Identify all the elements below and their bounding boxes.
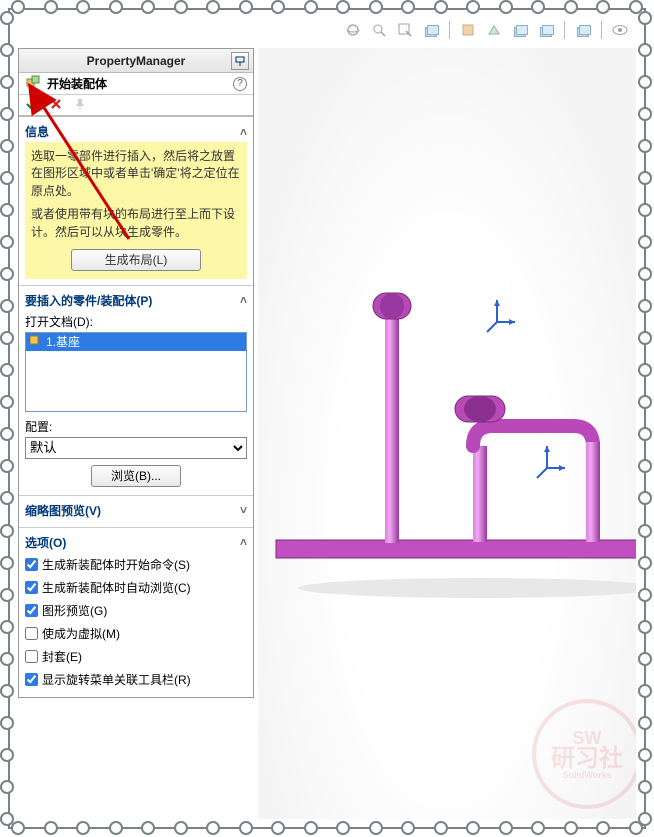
option-label: 封套(E)	[42, 648, 82, 665]
config-label: 配置:	[25, 418, 247, 435]
chevron-up-icon: ˄	[240, 535, 247, 549]
section-view-icon[interactable]	[421, 20, 441, 40]
option-label: 生成新装配体时开始命令(S)	[42, 556, 190, 573]
option-row[interactable]: 显示旋转菜单关联工具栏(R)	[25, 668, 247, 691]
orbit-icon[interactable]	[343, 20, 363, 40]
section-insert-head[interactable]: 要插入的零件/装配体(P) ˄	[25, 290, 247, 311]
pushpin-icon[interactable]	[73, 97, 87, 114]
option-row[interactable]: 使成为虚拟(M)	[25, 622, 247, 645]
graphics-viewport[interactable]: SW 研习社 SolidWorks	[258, 48, 636, 819]
option-label: 图形预览(G)	[42, 602, 107, 619]
option-row[interactable]: 生成新装配体时自动浏览(C)	[25, 576, 247, 599]
part-icon	[28, 333, 42, 350]
option-checkbox[interactable]	[25, 604, 38, 617]
chevron-up-icon: ˄	[240, 293, 247, 307]
open-doc-label: 打开文档(D):	[25, 313, 247, 330]
option-checkbox[interactable]	[25, 558, 38, 571]
zoom-fit-icon[interactable]	[369, 20, 389, 40]
info-msg2: 或者使用带有块的布局进行至上而下设计。然后可以从块生成零件。	[31, 206, 241, 241]
help-icon[interactable]: ?	[233, 77, 247, 91]
open-doc-list[interactable]: 1.基座	[25, 332, 247, 412]
section-thumb-head[interactable]: 缩略图预览(V) ˅	[25, 500, 247, 521]
hide-show-icon[interactable]	[610, 20, 630, 40]
section-options-head[interactable]: 选项(O) ˄	[25, 532, 247, 553]
panel-title: PropertyManager	[87, 54, 186, 68]
option-row[interactable]: 生成新装配体时开始命令(S)	[25, 553, 247, 576]
chevron-down-icon: ˅	[240, 503, 247, 517]
option-label: 使成为虚拟(M)	[42, 625, 120, 642]
watermark: SW 研习社 SolidWorks	[532, 699, 636, 809]
section-options-label: 选项(O)	[25, 534, 66, 551]
option-checkbox[interactable]	[25, 650, 38, 663]
render-icon[interactable]	[536, 20, 556, 40]
section-thumb: 缩略图预览(V) ˅	[19, 496, 253, 528]
chevron-up-icon: ˄	[240, 125, 247, 139]
view-cube-icon[interactable]	[573, 20, 593, 40]
list-item[interactable]: 1.基座	[26, 333, 246, 351]
property-manager-panel: PropertyManager 开始装配体 ?	[18, 48, 254, 698]
section-insert-label: 要插入的零件/装配体(P)	[25, 292, 152, 309]
option-row[interactable]: 图形预览(G)	[25, 599, 247, 622]
list-item-label: 1.基座	[46, 333, 80, 350]
zoom-area-icon[interactable]	[395, 20, 415, 40]
command-title: 开始装配体	[47, 75, 107, 92]
command-header: 开始装配体 ?	[19, 73, 253, 95]
ok-icon[interactable]	[25, 97, 39, 114]
pin-icon[interactable]	[231, 52, 249, 70]
appearance-icon[interactable]	[510, 20, 530, 40]
option-checkbox[interactable]	[25, 581, 38, 594]
scene-icon[interactable]	[484, 20, 504, 40]
section-info: 信息 ˄ 选取一零部件进行插入，然后将之放置在图形区域中或者单击'确定'将之定位…	[19, 117, 253, 286]
assembly-icon	[25, 74, 41, 93]
cancel-icon[interactable]	[49, 97, 63, 114]
option-label: 生成新装配体时自动浏览(C)	[42, 579, 191, 596]
section-insert: 要插入的零件/装配体(P) ˄ 打开文档(D): 1.基座 配置: 默认 浏览(…	[19, 286, 253, 496]
config-select[interactable]: 默认	[25, 437, 247, 459]
option-row[interactable]: 封套(E)	[25, 645, 247, 668]
layout-button[interactable]: 生成布局(L)	[71, 249, 201, 271]
option-checkbox[interactable]	[25, 627, 38, 640]
section-info-head[interactable]: 信息 ˄	[25, 121, 247, 142]
section-options: 选项(O) ˄ 生成新装配体时开始命令(S) 生成新装配体时自动浏览(C) 图形预览…	[19, 528, 253, 697]
panel-titlebar: PropertyManager	[19, 49, 253, 73]
info-msg1: 选取一零部件进行插入，然后将之放置在图形区域中或者单击'确定'将之定位在原点处。	[31, 148, 241, 200]
view-toolbar	[343, 18, 630, 42]
browse-button[interactable]: 浏览(B)...	[91, 465, 181, 487]
ok-cancel-row	[19, 95, 253, 117]
section-info-label: 信息	[25, 123, 49, 140]
option-checkbox[interactable]	[25, 673, 38, 686]
section-thumb-label: 缩略图预览(V)	[25, 502, 101, 519]
option-label: 显示旋转菜单关联工具栏(R)	[42, 671, 191, 688]
display-style-icon[interactable]	[458, 20, 478, 40]
